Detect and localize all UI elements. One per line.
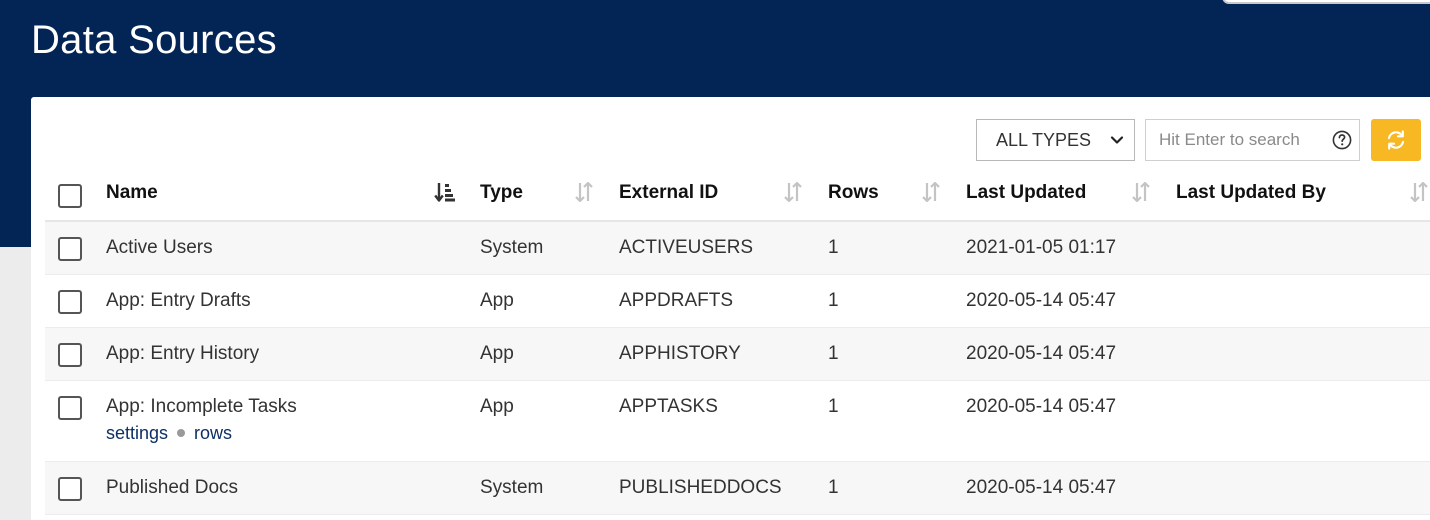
sort-icon[interactable] xyxy=(573,180,595,204)
cell-type: App xyxy=(480,396,514,417)
sort-icon[interactable] xyxy=(1130,180,1152,204)
sort-icon[interactable] xyxy=(1408,180,1430,204)
row-checkbox[interactable] xyxy=(58,343,82,367)
cell-last-updated: 2020-05-14 05:47 xyxy=(966,396,1117,417)
refresh-button[interactable] xyxy=(1371,119,1421,161)
column-header-rows[interactable]: Rows xyxy=(828,182,879,204)
table-header-row: Name Type External ID Rows Last Updated … xyxy=(45,170,1430,222)
cell-external-id: APPHISTORY xyxy=(619,343,741,364)
table-row[interactable]: Active Users System ACTIVEUSERS 1 2021-0… xyxy=(45,222,1430,275)
cell-external-id: PUBLISHEDDOCS xyxy=(619,477,782,498)
data-sources-table: Name Type External ID Rows Last Updated … xyxy=(45,170,1430,515)
page-title: Data Sources xyxy=(31,18,277,62)
row-checkbox[interactable] xyxy=(58,237,82,261)
sort-icon[interactable] xyxy=(782,180,804,204)
cell-last-updated: 2020-05-14 05:47 xyxy=(966,477,1117,498)
search-input[interactable] xyxy=(1146,120,1326,160)
cell-name: Published Docs xyxy=(106,477,239,498)
row-actions: settings rows xyxy=(106,423,232,444)
type-filter-value: ALL TYPES xyxy=(996,129,1092,150)
sort-icon[interactable] xyxy=(920,180,942,204)
separator-dot xyxy=(177,429,186,438)
cell-rows: 1 xyxy=(828,237,839,258)
cell-last-updated: 2020-05-14 05:47 xyxy=(966,290,1117,311)
header-control[interactable] xyxy=(1222,0,1430,4)
settings-link[interactable]: settings xyxy=(106,423,168,443)
row-checkbox[interactable] xyxy=(58,290,82,314)
chevron-down-icon xyxy=(1110,136,1124,144)
cell-rows: 1 xyxy=(828,343,839,364)
type-filter-select[interactable]: ALL TYPES xyxy=(976,119,1135,161)
cell-rows: 1 xyxy=(828,396,839,417)
cell-type: System xyxy=(480,237,544,258)
row-checkbox[interactable] xyxy=(58,396,82,420)
table-row[interactable]: App: Incomplete Tasks settings rows App A… xyxy=(45,381,1430,462)
cell-type: App xyxy=(480,290,514,311)
cell-type: System xyxy=(480,477,544,498)
column-header-external-id[interactable]: External ID xyxy=(619,182,718,204)
cell-last-updated: 2021-01-05 01:17 xyxy=(966,237,1117,258)
table-row[interactable]: Published Docs System PUBLISHEDDOCS 1 20… xyxy=(45,462,1430,515)
cell-name: App: Entry History xyxy=(106,343,260,364)
cell-external-id: APPDRAFTS xyxy=(619,290,734,311)
table-row[interactable]: App: Entry Drafts App APPDRAFTS 1 2020-0… xyxy=(45,275,1430,328)
cell-name: App: Incomplete Tasks xyxy=(106,396,297,417)
data-sources-panel: ALL TYPES Name Type External ID xyxy=(31,97,1430,520)
sort-ascending-icon[interactable] xyxy=(434,180,456,204)
search-box xyxy=(1145,119,1360,161)
cell-external-id: APPTASKS xyxy=(619,396,718,417)
column-header-name[interactable]: Name xyxy=(106,182,158,204)
question-circle-icon[interactable] xyxy=(1332,130,1352,150)
cell-rows: 1 xyxy=(828,290,839,311)
cell-type: App xyxy=(480,343,514,364)
row-checkbox[interactable] xyxy=(58,477,82,501)
column-header-last-updated-by[interactable]: Last Updated By xyxy=(1176,182,1326,204)
cell-name: Active Users xyxy=(106,237,213,258)
table-row[interactable]: App: Entry History App APPHISTORY 1 2020… xyxy=(45,328,1430,381)
cell-name: App: Entry Drafts xyxy=(106,290,251,311)
cell-external-id: ACTIVEUSERS xyxy=(619,237,754,258)
column-header-last-updated[interactable]: Last Updated xyxy=(966,182,1086,204)
cell-rows: 1 xyxy=(828,477,839,498)
rows-link[interactable]: rows xyxy=(194,423,232,443)
cell-last-updated: 2020-05-14 05:47 xyxy=(966,343,1117,364)
refresh-icon xyxy=(1387,130,1405,150)
column-header-type[interactable]: Type xyxy=(480,182,523,204)
select-all-checkbox[interactable] xyxy=(58,184,82,208)
